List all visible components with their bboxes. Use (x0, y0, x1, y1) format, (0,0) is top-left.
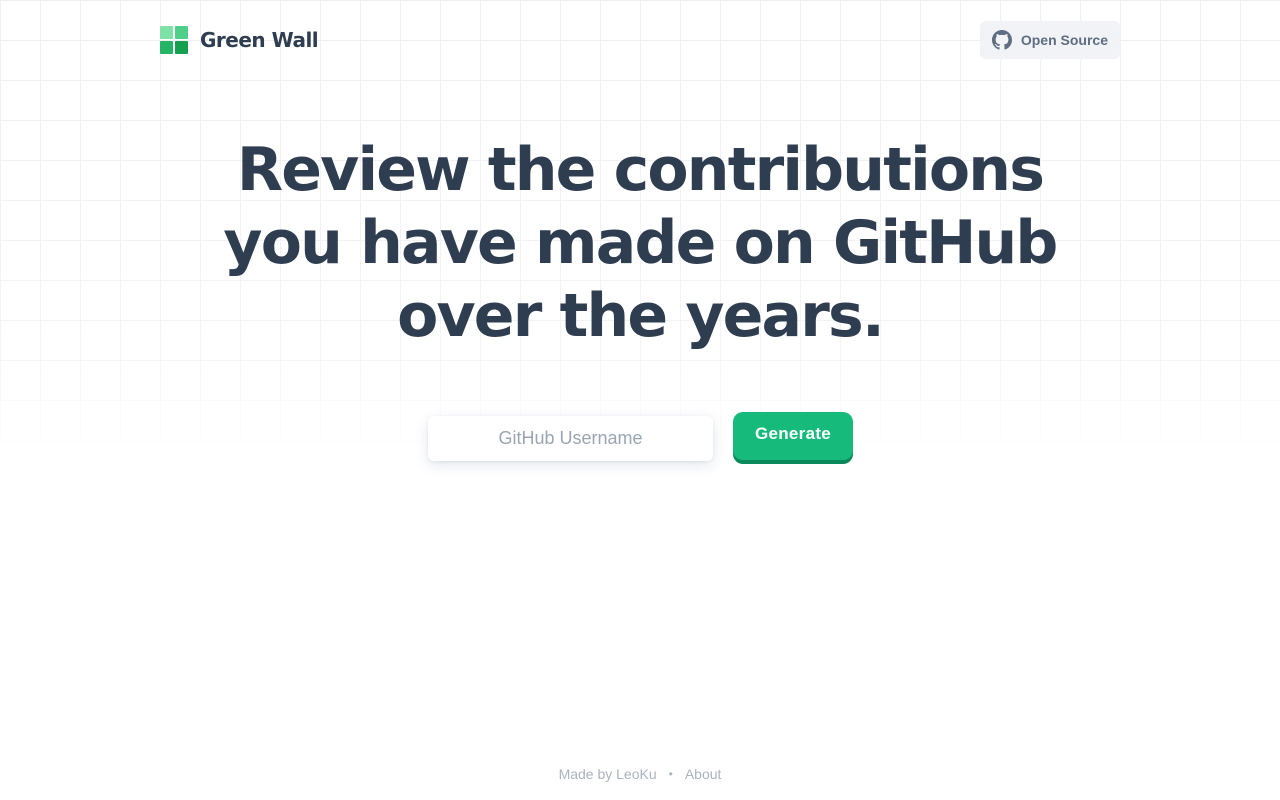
generate-form: Generate (428, 412, 853, 461)
generate-button[interactable]: Generate (733, 412, 853, 460)
brand-link[interactable]: Green Wall (160, 26, 319, 54)
logo-cell (160, 26, 173, 39)
made-by-link[interactable]: Made by LeoKu (559, 766, 657, 782)
about-link[interactable]: About (685, 766, 722, 782)
page: Green Wall Open Source Review the contri… (0, 0, 1280, 800)
github-icon (991, 30, 1012, 50)
hero-title-line: Review the contributions (236, 135, 1045, 205)
top-header: Green Wall Open Source (160, 20, 1120, 60)
hero: Review the contributions you have made o… (0, 134, 1280, 353)
github-username-input[interactable] (428, 416, 713, 461)
logo-cell (175, 26, 188, 39)
hero-title-line: over the years. (397, 281, 885, 351)
footer-separator: • (668, 767, 673, 781)
footer: Made by LeoKu • About (0, 766, 1280, 782)
open-source-button[interactable]: Open Source (979, 21, 1120, 59)
hero-title-line: you have made on GitHub (223, 208, 1058, 278)
green-wall-logo-icon (160, 26, 188, 54)
hero-title: Review the contributions you have made o… (0, 134, 1280, 353)
logo-cell (175, 41, 188, 54)
logo-cell (160, 41, 173, 54)
brand-name: Green Wall (200, 28, 319, 52)
open-source-label: Open Source (1020, 32, 1108, 48)
